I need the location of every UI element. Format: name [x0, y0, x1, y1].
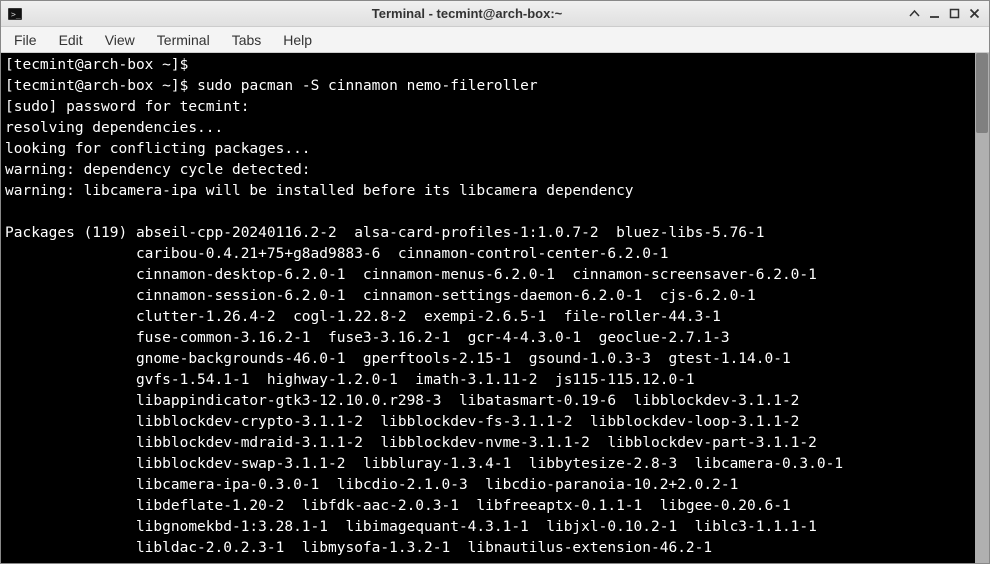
terminal-line: libblockdev-crypto-3.1.1-2 libblockdev-f…: [5, 412, 985, 433]
terminal-window: >_ Terminal - tecmint@arch-box:~ FileEdi…: [0, 0, 990, 564]
terminal-line: [tecmint@arch-box ~]$: [5, 55, 985, 76]
terminal-line: caribou-0.4.21+75+g8ad9883-6 cinnamon-co…: [5, 244, 985, 265]
menu-help[interactable]: Help: [272, 29, 323, 51]
terminal-line: cinnamon-session-6.2.0-1 cinnamon-settin…: [5, 286, 985, 307]
terminal-line: libldac-2.0.2.3-1 libmysofa-1.3.2-1 libn…: [5, 538, 985, 559]
menubar: FileEditViewTerminalTabsHelp: [1, 27, 989, 53]
svg-text:>_: >_: [11, 10, 21, 19]
terminal-line: libdeflate-1.20-2 libfdk-aac-2.0.3-1 lib…: [5, 496, 985, 517]
menu-file[interactable]: File: [3, 29, 48, 51]
window-title: Terminal - tecmint@arch-box:~: [29, 6, 905, 21]
menu-view[interactable]: View: [94, 29, 146, 51]
close-button[interactable]: [965, 5, 983, 23]
terminal-line: [tecmint@arch-box ~]$ sudo pacman -S cin…: [5, 76, 985, 97]
rollup-button[interactable]: [905, 5, 923, 23]
menu-tabs[interactable]: Tabs: [221, 29, 273, 51]
scrollbar[interactable]: [975, 53, 989, 563]
minimize-button[interactable]: [925, 5, 943, 23]
window-controls: [905, 5, 983, 23]
terminal-line: gvfs-1.54.1-1 highway-1.2.0-1 imath-3.1.…: [5, 370, 985, 391]
terminal-line: libblockdev-swap-3.1.1-2 libbluray-1.3.4…: [5, 454, 985, 475]
terminal-line: libappindicator-gtk3-12.10.0.r298-3 liba…: [5, 391, 985, 412]
terminal-line: [sudo] password for tecmint:: [5, 97, 985, 118]
terminal-line: warning: dependency cycle detected:: [5, 160, 985, 181]
maximize-button[interactable]: [945, 5, 963, 23]
terminal-icon: >_: [7, 6, 23, 22]
terminal-line: [5, 202, 985, 223]
terminal-line: resolving dependencies...: [5, 118, 985, 139]
terminal-line: libcamera-ipa-0.3.0-1 libcdio-2.1.0-3 li…: [5, 475, 985, 496]
terminal-line: Packages (119) abseil-cpp-20240116.2-2 a…: [5, 223, 985, 244]
terminal-line: warning: libcamera-ipa will be installed…: [5, 181, 985, 202]
terminal-line: fuse-common-3.16.2-1 fuse3-3.16.2-1 gcr-…: [5, 328, 985, 349]
terminal-line: gnome-backgrounds-46.0-1 gperftools-2.15…: [5, 349, 985, 370]
titlebar[interactable]: >_ Terminal - tecmint@arch-box:~: [1, 1, 989, 27]
terminal-line: libblockdev-mdraid-3.1.1-2 libblockdev-n…: [5, 433, 985, 454]
terminal-line: cinnamon-desktop-6.2.0-1 cinnamon-menus-…: [5, 265, 985, 286]
menu-edit[interactable]: Edit: [48, 29, 94, 51]
terminal-line: clutter-1.26.4-2 cogl-1.22.8-2 exempi-2.…: [5, 307, 985, 328]
terminal-output[interactable]: [tecmint@arch-box ~]$[tecmint@arch-box ~…: [1, 53, 989, 563]
scrollbar-thumb[interactable]: [976, 53, 988, 133]
menu-terminal[interactable]: Terminal: [146, 29, 221, 51]
terminal-line: libgnomekbd-1:3.28.1-1 libimagequant-4.3…: [5, 517, 985, 538]
terminal-line: looking for conflicting packages...: [5, 139, 985, 160]
